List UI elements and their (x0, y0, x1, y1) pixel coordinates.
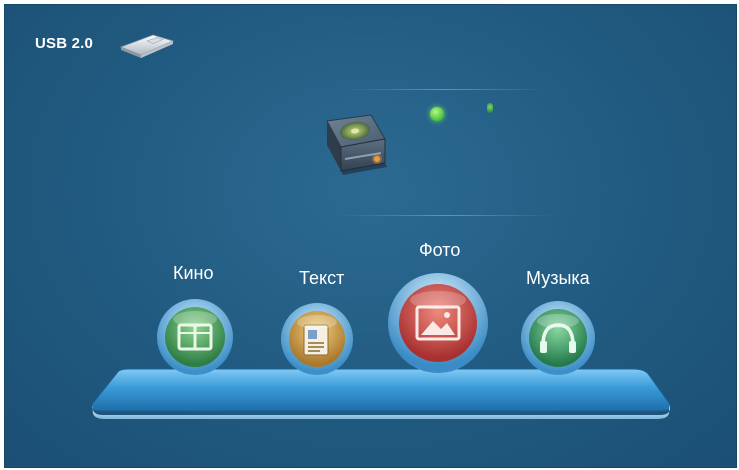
menu-item-tekst[interactable] (277, 297, 357, 377)
menu-item-muzyka[interactable] (517, 295, 599, 377)
menu-item-foto[interactable] (385, 267, 491, 377)
menu-item-kino[interactable] (153, 293, 237, 377)
usb-label: USB 2.0 (35, 35, 94, 52)
menu-label-muzyka: Музыка (526, 268, 590, 288)
top-divider (345, 89, 545, 90)
menu-label-tekst: Текст (299, 268, 345, 288)
document-icon (303, 324, 329, 356)
hard-drive-icon (315, 109, 393, 189)
media-player-screen: USB 2.0 Кино Текст Фото Музыка (4, 4, 737, 468)
menu-label-foto: Фото (419, 240, 461, 260)
menu-label-kino: Кино (173, 263, 214, 283)
status-led-small (487, 103, 493, 113)
bottom-divider (340, 215, 555, 216)
status-led (430, 107, 444, 121)
usb-stick-icon (117, 29, 177, 59)
